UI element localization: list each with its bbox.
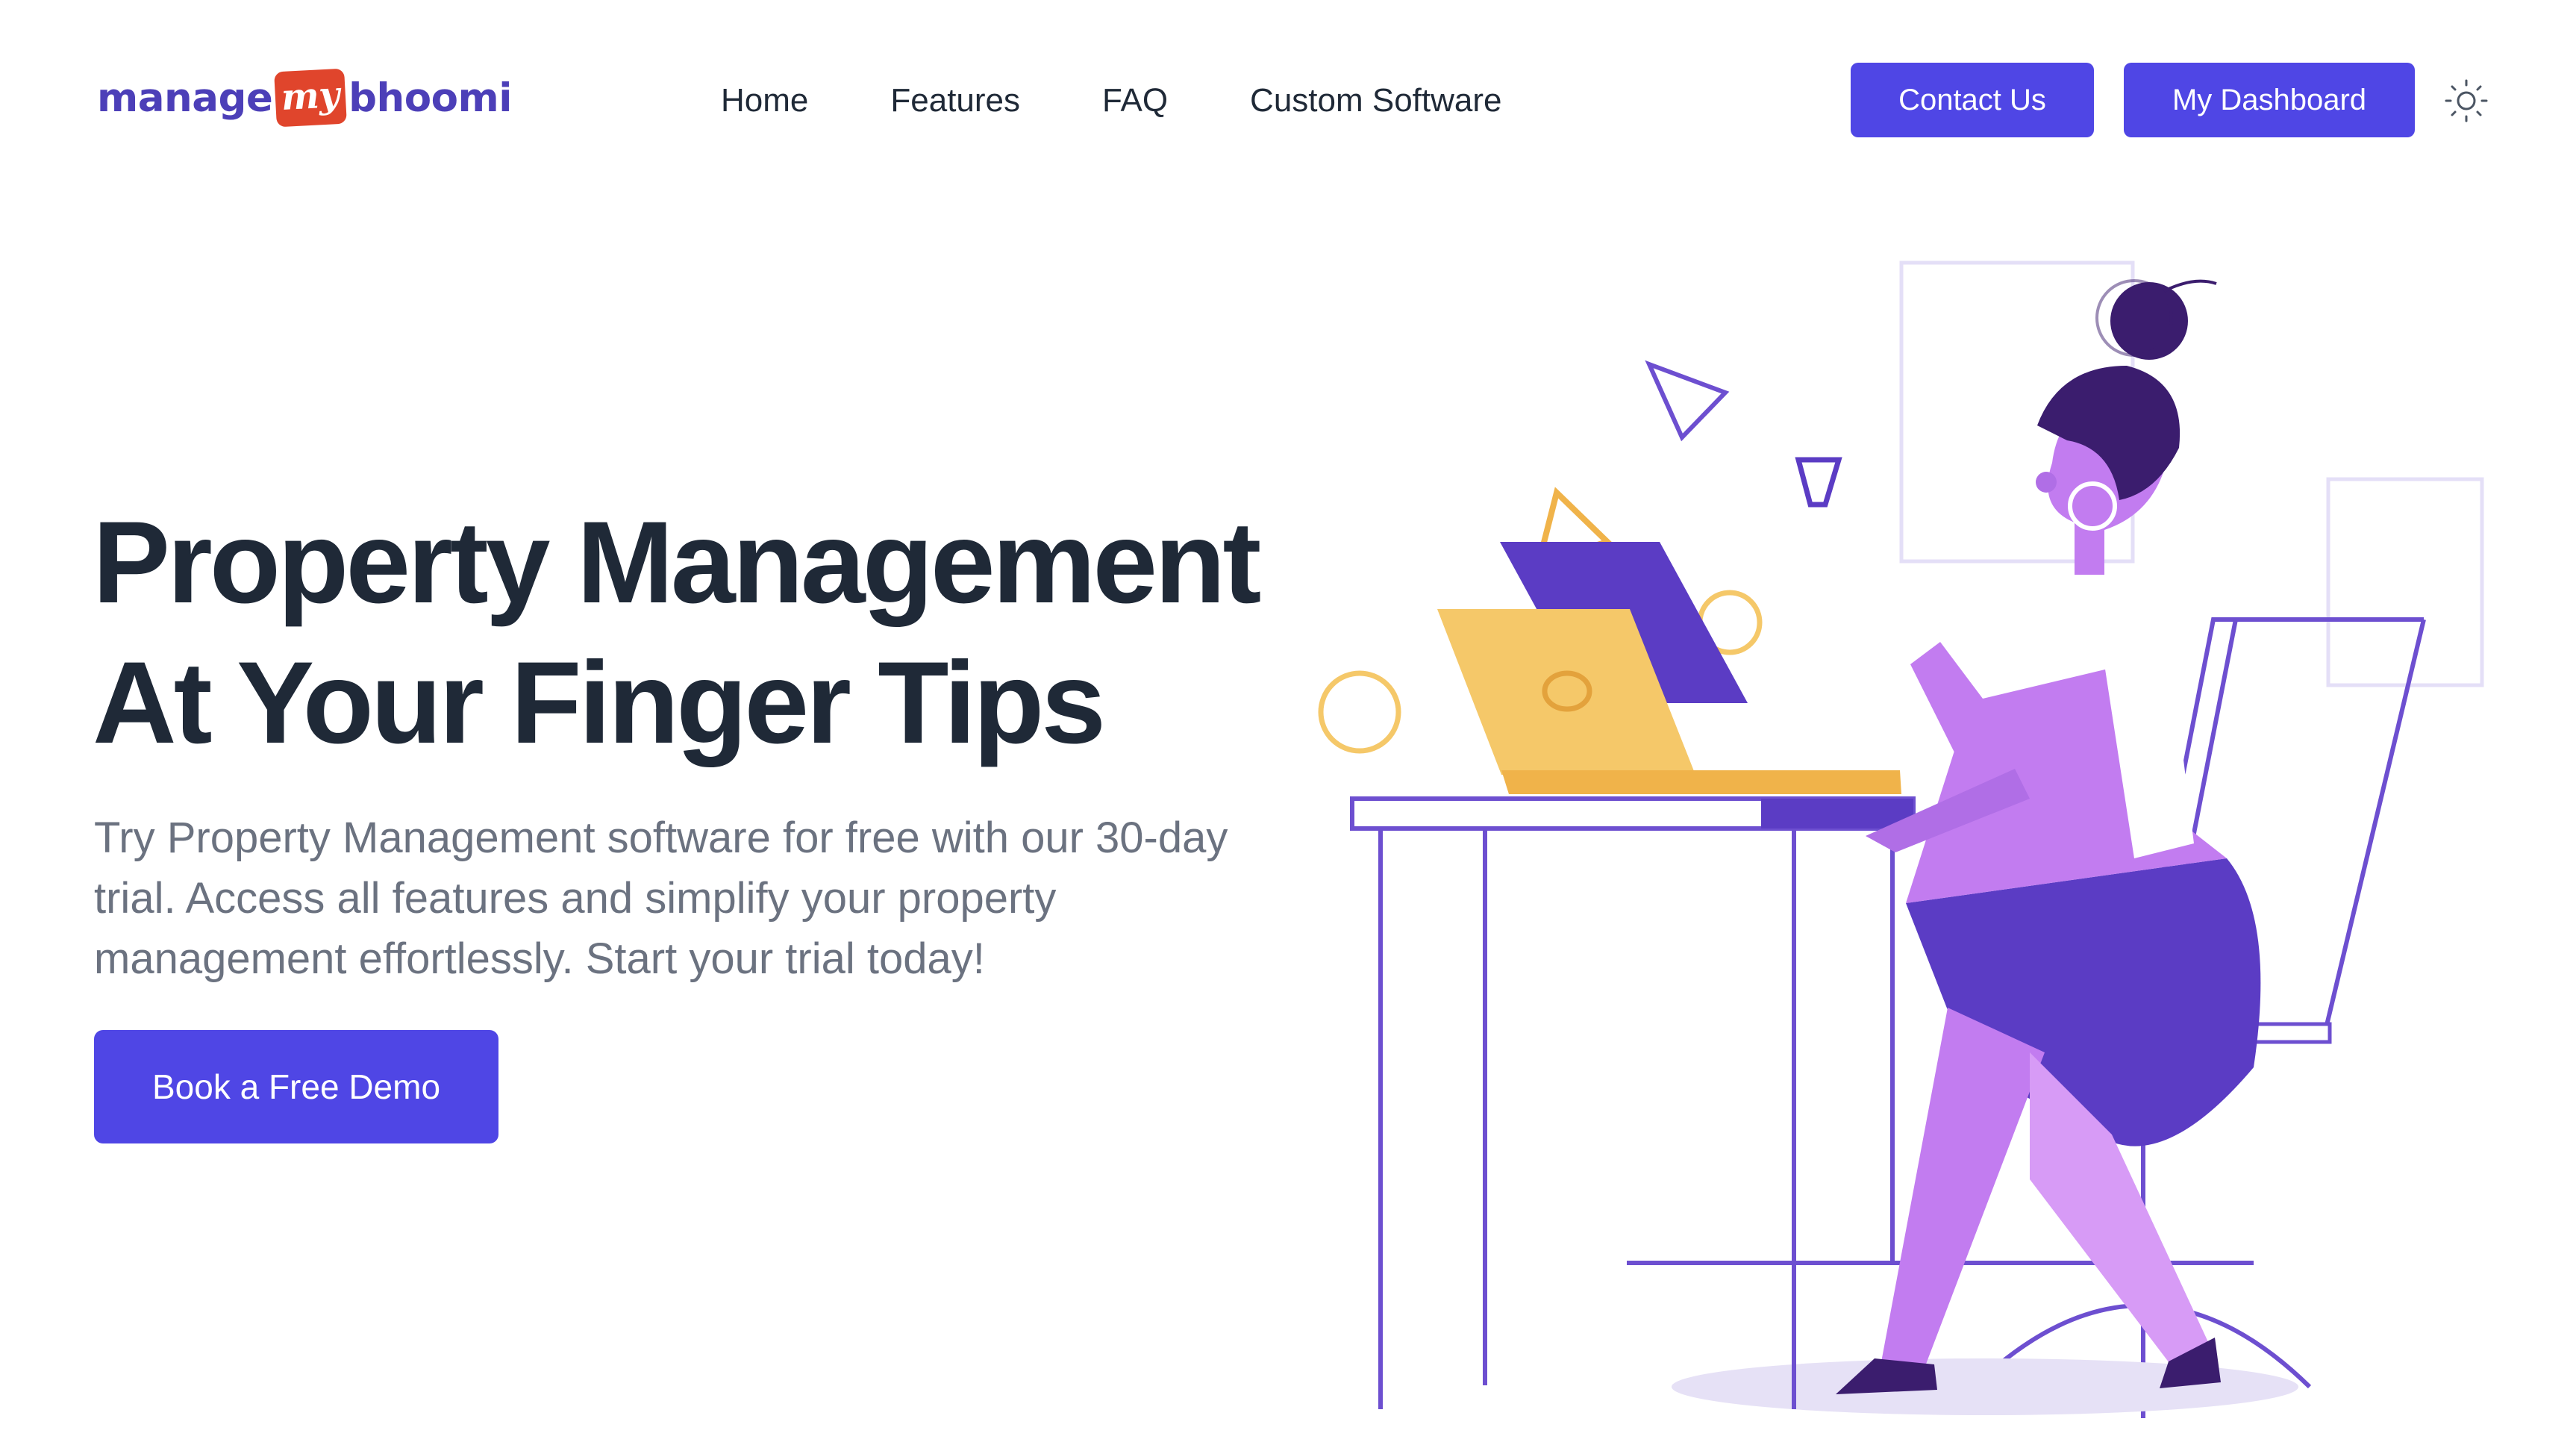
navbar: manage my bhoomi Home Features FAQ Custo…	[0, 0, 2576, 202]
hero-description: Try Property Management software for fre…	[94, 814, 1228, 983]
sun-icon[interactable]	[2445, 79, 2488, 122]
nav-link-custom-software[interactable]: Custom Software	[1250, 75, 1501, 127]
hero-title: Property Management At Your Finger Tips	[93, 493, 1324, 773]
contact-us-button[interactable]: Contact Us	[1851, 63, 2094, 137]
nav-link-faq[interactable]: FAQ	[1102, 75, 1168, 127]
logo-text-manage: manage	[97, 75, 273, 121]
hero-title-line-1: Property Management	[93, 498, 1261, 628]
logo-badge-my: my	[274, 68, 347, 128]
logo[interactable]: manage my bhoomi	[97, 68, 512, 128]
woman-at-desk-illustration	[1318, 260, 2484, 1418]
book-free-demo-button[interactable]: Book a Free Demo	[94, 1030, 498, 1143]
logo-text-bhoomi: bhoomi	[348, 75, 512, 121]
main-nav: Home Features FAQ Custom Software	[721, 75, 1502, 127]
hero-title-line-2: At Your Finger Tips	[93, 638, 1106, 768]
nav-link-features[interactable]: Features	[890, 75, 1020, 127]
my-dashboard-button[interactable]: My Dashboard	[2124, 63, 2415, 137]
nav-link-home[interactable]: Home	[721, 75, 808, 127]
